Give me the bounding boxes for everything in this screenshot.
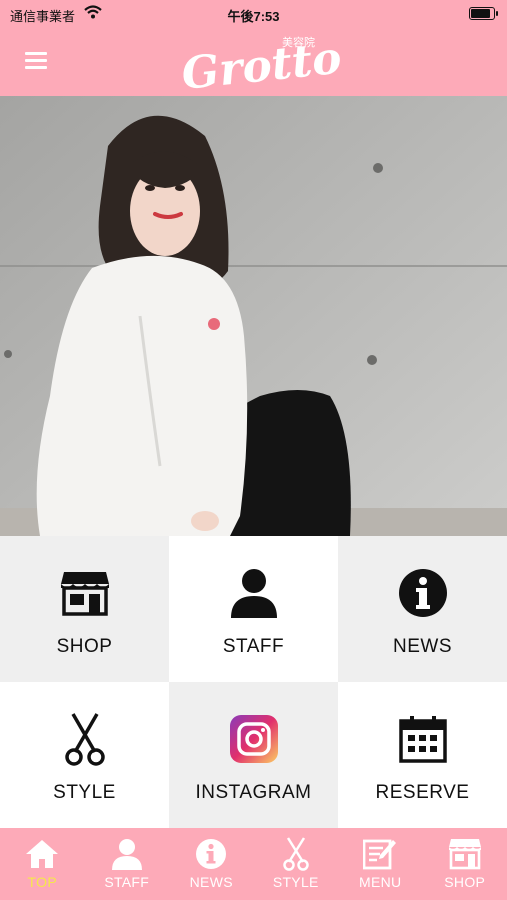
svg-text:美容院: 美容院 <box>282 35 315 49</box>
tab-menu[interactable]: MENU <box>338 828 423 900</box>
app-header: Grotto 美容院 <box>0 28 507 96</box>
tab-news-label: NEWS <box>189 874 233 890</box>
calendar-icon <box>398 710 447 768</box>
info-icon <box>398 564 448 622</box>
tab-top-label: TOP <box>27 874 57 890</box>
style-label: STYLE <box>53 782 116 803</box>
home-icon <box>25 838 59 870</box>
instagram-icon <box>229 710 279 768</box>
shop-label: SHOP <box>56 636 113 657</box>
person-icon <box>111 838 143 870</box>
shop-icon <box>448 838 482 870</box>
status-bar: 通信事業者 午後7:53 <box>0 0 507 28</box>
scissors-icon <box>283 837 309 871</box>
status-time: 午後7:53 <box>227 9 280 24</box>
reserve-label: RESERVE <box>375 782 470 803</box>
reserve-tile[interactable]: RESERVE <box>338 682 507 828</box>
tab-news[interactable]: NEWS <box>169 828 254 900</box>
info-icon <box>195 838 227 870</box>
tab-menu-label: MENU <box>359 874 402 890</box>
staff-tile[interactable]: STAFF <box>169 536 338 682</box>
tab-style[interactable]: STYLE <box>254 828 339 900</box>
news-tile[interactable]: NEWS <box>338 536 507 682</box>
hamburger-icon[interactable] <box>25 52 47 70</box>
staff-label: STAFF <box>222 636 285 657</box>
tab-top[interactable]: TOP <box>0 828 85 900</box>
menu-grid: SHOP STAFF NEWS STYLE INSTAGRAM RESERVE <box>0 536 507 828</box>
tab-shop[interactable]: SHOP <box>423 828 507 900</box>
svg-text:Grotto: Grotto <box>179 33 340 94</box>
tab-shop-label: SHOP <box>444 874 486 890</box>
menu-edit-icon <box>363 838 397 870</box>
style-tile[interactable]: STYLE <box>0 682 169 828</box>
shop-tile[interactable]: SHOP <box>0 536 169 682</box>
tab-staff-label: STAFF <box>104 874 150 890</box>
news-label: NEWS <box>393 636 452 657</box>
scissors-icon <box>64 710 105 768</box>
bottom-tab-bar: TOP STAFF NEWS STYLE MENU SHOP <box>0 828 507 900</box>
instagram-label: INSTAGRAM <box>195 782 312 803</box>
instagram-tile[interactable]: INSTAGRAM <box>169 682 338 828</box>
tab-style-label: STYLE <box>272 874 319 890</box>
tab-staff[interactable]: STAFF <box>85 828 170 900</box>
hero-photo <box>0 96 507 536</box>
person-icon <box>229 564 279 622</box>
shop-icon <box>60 564 110 622</box>
battery-icon <box>469 7 498 20</box>
brand-logo[interactable]: Grotto 美容院 <box>170 32 340 94</box>
